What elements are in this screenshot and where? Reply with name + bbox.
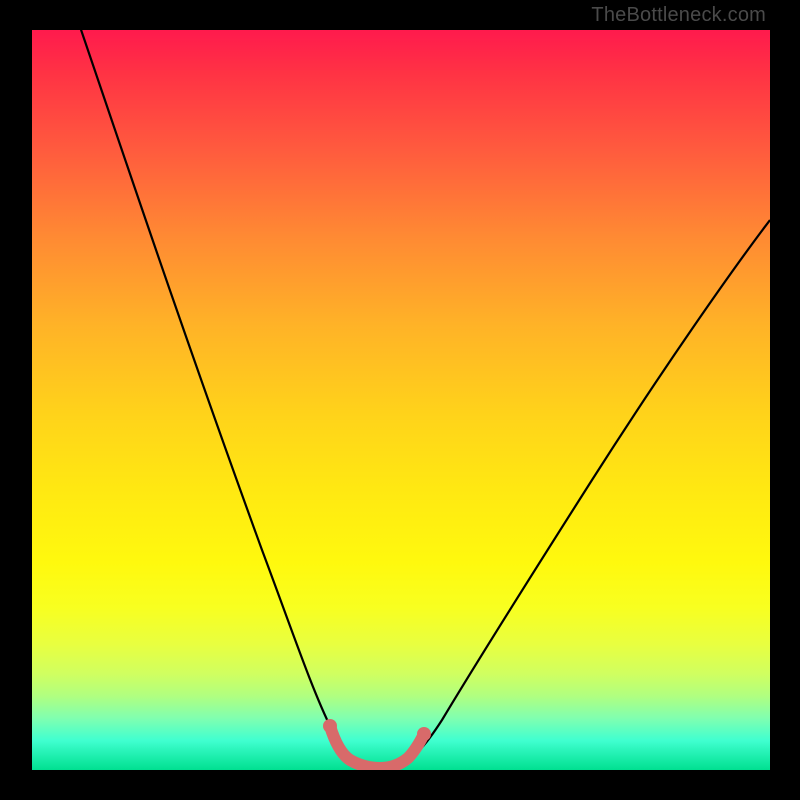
watermark-text: TheBottleneck.com <box>591 4 766 27</box>
bottleneck-curve-svg <box>32 30 770 770</box>
plot-area <box>32 30 770 770</box>
highlight-arc <box>330 726 424 768</box>
highlight-dot-left <box>323 719 337 733</box>
chart-frame: TheBottleneck.com <box>0 0 800 800</box>
bottleneck-curve <box>76 30 770 765</box>
highlight-dot-right <box>417 727 431 741</box>
